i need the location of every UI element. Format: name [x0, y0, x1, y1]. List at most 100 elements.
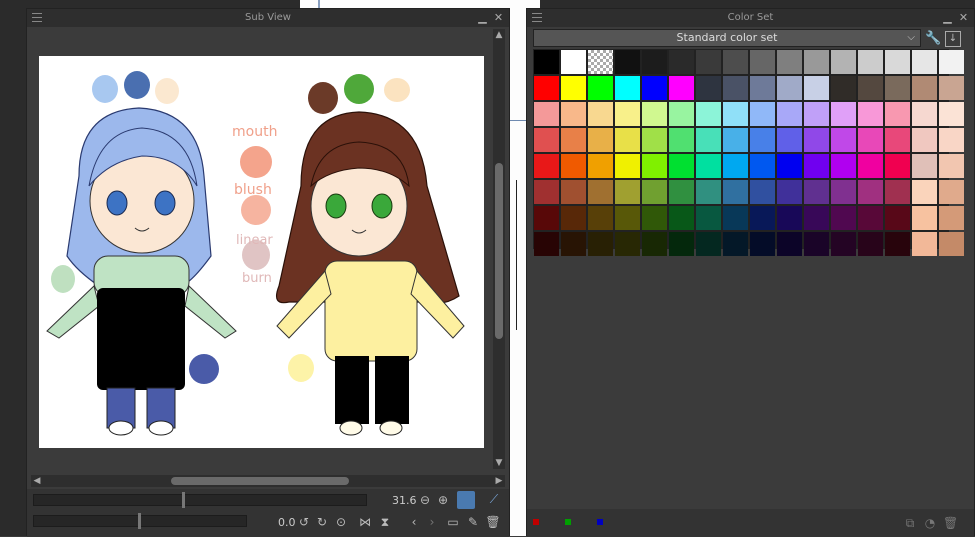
- color-swatch[interactable]: [885, 128, 910, 152]
- color-swatch[interactable]: [534, 50, 559, 74]
- color-swatch[interactable]: [831, 206, 856, 230]
- color-swatch[interactable]: [777, 154, 802, 178]
- color-swatch[interactable]: [669, 50, 694, 74]
- color-swatch[interactable]: [642, 50, 667, 74]
- color-swatch[interactable]: [696, 76, 721, 100]
- horizontal-scrollbar[interactable]: ◀ ▶: [31, 475, 505, 487]
- color-swatch[interactable]: [723, 50, 748, 74]
- color-swatch[interactable]: [885, 180, 910, 204]
- import-colors-icon[interactable]: ↓: [945, 31, 961, 47]
- color-swatch[interactable]: [750, 232, 775, 256]
- color-swatch[interactable]: [723, 180, 748, 204]
- vertical-scroll-thumb[interactable]: [495, 163, 503, 339]
- color-swatch[interactable]: [615, 102, 640, 126]
- color-swatch[interactable]: [912, 232, 937, 256]
- replace-color-icon[interactable]: ⧉: [903, 516, 917, 530]
- color-swatch[interactable]: [642, 102, 667, 126]
- color-swatch[interactable]: [831, 128, 856, 152]
- color-swatch[interactable]: [615, 154, 640, 178]
- color-swatch[interactable]: [669, 128, 694, 152]
- color-swatch[interactable]: [723, 232, 748, 256]
- color-swatch[interactable]: [939, 102, 964, 126]
- color-swatch[interactable]: [696, 232, 721, 256]
- color-swatch[interactable]: [750, 154, 775, 178]
- color-swatch[interactable]: [642, 180, 667, 204]
- color-swatch[interactable]: [561, 76, 586, 100]
- rotate-right-icon[interactable]: ↻: [315, 514, 329, 530]
- color-swatch[interactable]: [777, 206, 802, 230]
- color-swatch[interactable]: [588, 76, 613, 100]
- color-swatch[interactable]: [885, 102, 910, 126]
- horizontal-scroll-thumb[interactable]: [171, 477, 349, 485]
- import-image-icon[interactable]: ▭: [445, 514, 461, 530]
- color-swatch[interactable]: [939, 50, 964, 74]
- color-swatch[interactable]: [912, 50, 937, 74]
- color-swatch[interactable]: [885, 206, 910, 230]
- color-swatch[interactable]: [750, 206, 775, 230]
- scroll-up-icon[interactable]: ▲: [493, 29, 505, 41]
- color-swatch[interactable]: [696, 180, 721, 204]
- color-swatch[interactable]: [669, 154, 694, 178]
- color-swatch[interactable]: [939, 232, 964, 256]
- scroll-down-icon[interactable]: ▼: [493, 457, 505, 469]
- color-swatch[interactable]: [804, 50, 829, 74]
- eyedropper-icon[interactable]: ⟋: [485, 491, 503, 507]
- color-swatch[interactable]: [561, 50, 586, 74]
- color-swatch[interactable]: [588, 154, 613, 178]
- color-swatch[interactable]: [669, 76, 694, 100]
- wrench-icon[interactable]: 🔧: [925, 31, 941, 47]
- color-swatch[interactable]: [615, 232, 640, 256]
- color-swatch[interactable]: [939, 180, 964, 204]
- color-swatch[interactable]: [669, 102, 694, 126]
- color-swatch[interactable]: [804, 102, 829, 126]
- rotate-left-icon[interactable]: ↺: [297, 514, 311, 530]
- color-swatch[interactable]: [561, 128, 586, 152]
- reset-rotation-icon[interactable]: ⊙: [333, 514, 349, 530]
- color-swatch[interactable]: [750, 76, 775, 100]
- delete-color-icon[interactable]: 🗑: [943, 516, 958, 530]
- color-swatch[interactable]: [615, 76, 640, 100]
- color-swatch[interactable]: [858, 154, 883, 178]
- color-swatch[interactable]: [534, 206, 559, 230]
- color-swatch[interactable]: [588, 128, 613, 152]
- color-swatch[interactable]: [804, 180, 829, 204]
- minimize-icon[interactable]: ▁: [941, 11, 954, 24]
- color-swatch[interactable]: [831, 50, 856, 74]
- color-swatch[interactable]: [831, 180, 856, 204]
- color-swatch[interactable]: [561, 232, 586, 256]
- color-swatch[interactable]: [669, 232, 694, 256]
- color-swatch[interactable]: [669, 180, 694, 204]
- next-image-icon[interactable]: ›: [425, 514, 439, 530]
- sub-view-titlebar[interactable]: Sub View ▁ ✕: [27, 9, 509, 27]
- color-set-titlebar[interactable]: Color Set ▁ ✕: [527, 9, 974, 27]
- color-swatch[interactable]: [723, 76, 748, 100]
- color-swatch[interactable]: [912, 180, 937, 204]
- color-swatch[interactable]: [615, 206, 640, 230]
- color-swatch[interactable]: [615, 50, 640, 74]
- color-swatch[interactable]: [534, 128, 559, 152]
- color-swatch[interactable]: [534, 76, 559, 100]
- color-swatch[interactable]: [696, 128, 721, 152]
- color-swatch[interactable]: [696, 50, 721, 74]
- color-swatch[interactable]: [615, 128, 640, 152]
- zoom-in-icon[interactable]: ⊕: [435, 492, 451, 508]
- add-color-icon[interactable]: ◔: [923, 516, 937, 530]
- color-swatch[interactable]: [831, 76, 856, 100]
- color-swatch[interactable]: [831, 154, 856, 178]
- color-swatch[interactable]: [858, 50, 883, 74]
- vertical-scrollbar[interactable]: ▲ ▼: [493, 29, 505, 469]
- color-swatch[interactable]: [858, 206, 883, 230]
- color-swatch[interactable]: [534, 102, 559, 126]
- color-swatch[interactable]: [669, 206, 694, 230]
- color-swatch[interactable]: [804, 76, 829, 100]
- fit-view-icon[interactable]: [457, 491, 475, 509]
- color-swatch[interactable]: [858, 76, 883, 100]
- scroll-left-icon[interactable]: ◀: [31, 475, 43, 487]
- color-swatch[interactable]: [831, 232, 856, 256]
- color-swatch[interactable]: [696, 206, 721, 230]
- color-swatch[interactable]: [939, 76, 964, 100]
- color-swatch[interactable]: [885, 154, 910, 178]
- color-swatch[interactable]: [912, 206, 937, 230]
- color-swatch[interactable]: [777, 102, 802, 126]
- color-swatch[interactable]: [534, 180, 559, 204]
